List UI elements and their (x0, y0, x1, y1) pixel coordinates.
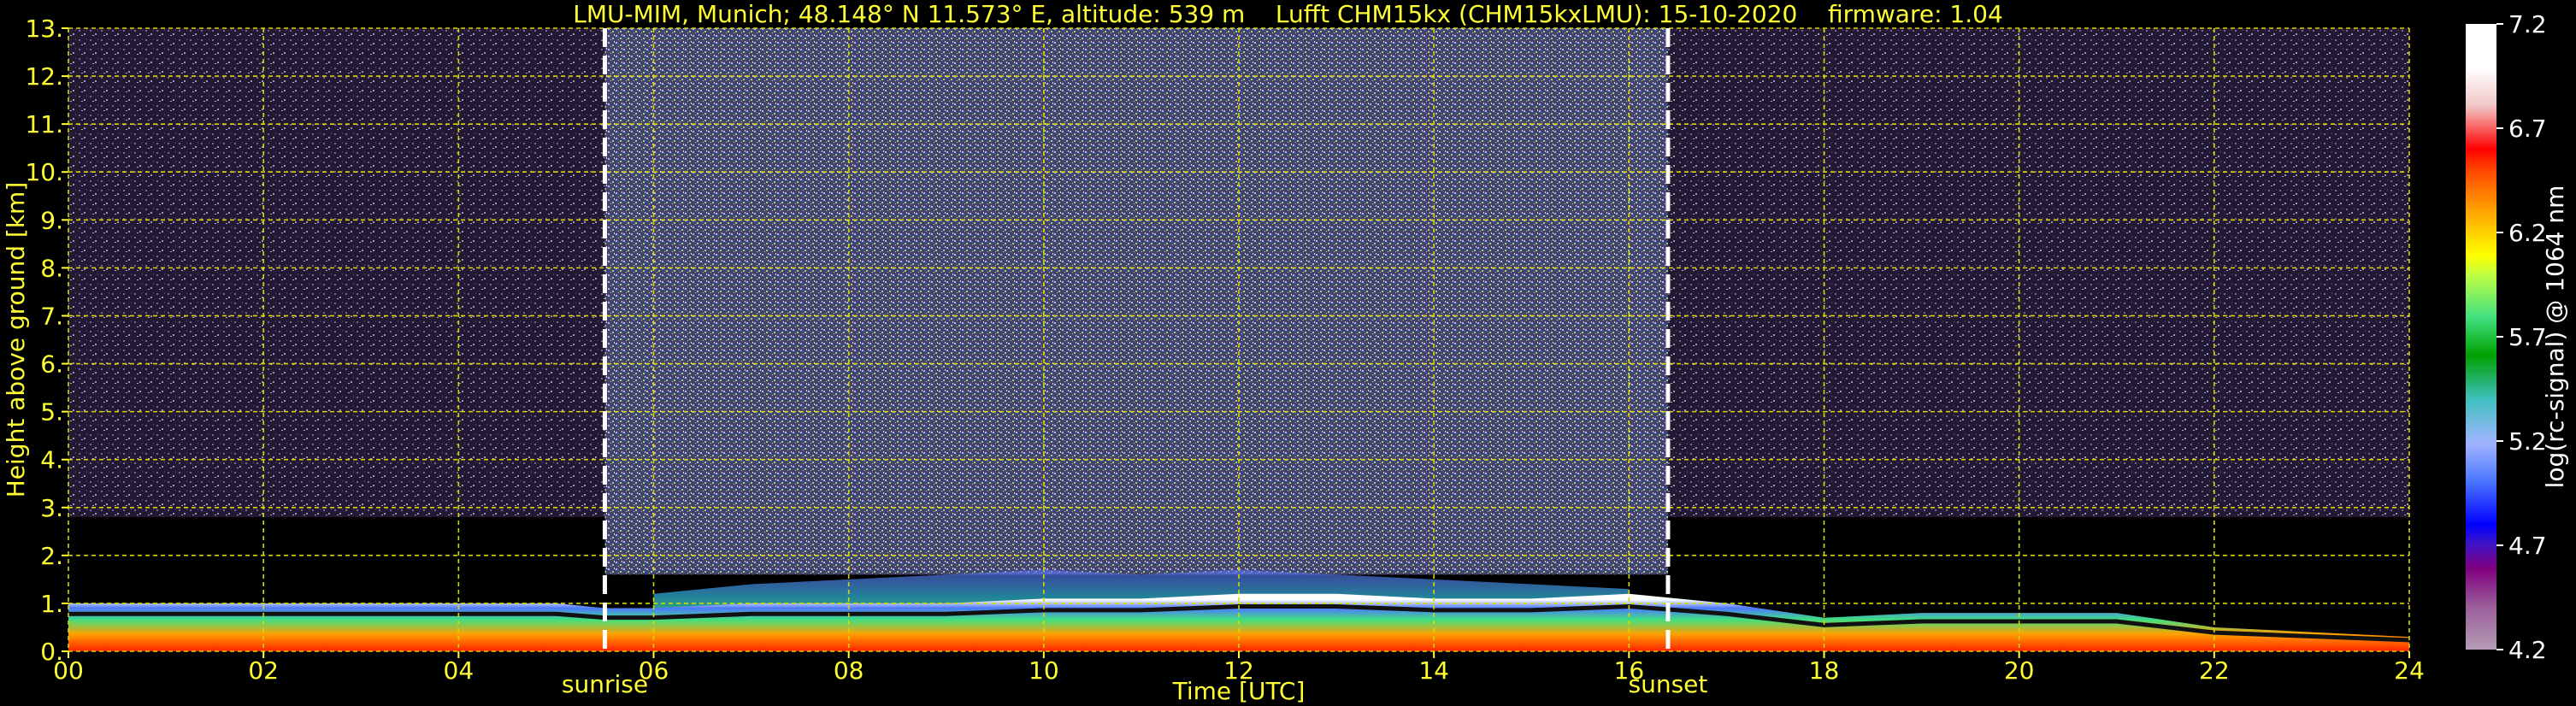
y-tick-label: 11. (25, 110, 63, 138)
x-tick-label: 20 (2004, 656, 2035, 685)
y-axis-ticks: 0. 1. 2. 3. 4. 5. 6. 7. 8. 9. 10. 11. 12. 13. (25, 15, 68, 666)
y-tick-label: 6. (40, 350, 63, 379)
colorbar-tick-label: 7.2 (2508, 10, 2547, 38)
y-tick-label: 1. (40, 590, 63, 618)
lidar-time-height-chart: sunrise sunset 00 02 04 06 08 10 12 14 16 18 20 22 24… (2, 10, 2569, 705)
night-noise-region-right (1667, 28, 2409, 517)
y-tick-label: 3. (40, 494, 63, 522)
x-tick-label: 22 (2199, 656, 2230, 685)
colorbar-tick-label: 6.7 (2508, 115, 2547, 143)
low-clear-layer-right (1667, 516, 2409, 623)
y-tick-label: 7. (40, 302, 63, 330)
y-tick-label: 8. (40, 254, 63, 282)
low-clear-layer-left (68, 516, 605, 603)
colorbar-tick-label: 4.7 (2508, 532, 2547, 560)
colorbar-gradient (2466, 24, 2496, 650)
plot-area: sunrise sunset (68, 27, 2410, 698)
y-tick-label: 12. (25, 62, 63, 91)
colorbar-ticks: 4.24.75.25.76.26.77.2 (2496, 10, 2547, 664)
night-noise-region-left (68, 28, 605, 517)
x-tick-label: 14 (1418, 656, 1449, 685)
daytime-noise-region (604, 28, 1668, 575)
x-tick-label: 18 (1809, 656, 1840, 685)
colorbar-tick-label: 4.2 (2508, 636, 2547, 664)
x-tick-label: 06 (639, 656, 669, 685)
y-tick-label: 9. (40, 206, 63, 234)
y-axis-label: Height above ground [km] (2, 182, 30, 498)
x-tick-label: 10 (1029, 656, 1059, 685)
y-tick-label: 2. (40, 542, 63, 570)
y-tick-label: 10. (25, 158, 63, 186)
y-tick-label: 5. (40, 398, 63, 427)
y-tick-label: 0. (40, 638, 63, 666)
x-tick-label: 02 (248, 656, 279, 685)
x-axis-label: Time [UTC] (1172, 677, 1306, 705)
colorbar-label: log(rc-signal) @ 1064 nm (2541, 185, 2569, 489)
x-tick-label: 04 (444, 656, 475, 685)
marker-label-sunrise: sunrise (562, 670, 648, 698)
y-tick-label: 4. (40, 446, 63, 474)
x-tick-label: 08 (834, 656, 864, 685)
x-tick-label: 16 (1614, 656, 1645, 685)
colorbar: 4.24.75.25.76.26.77.2 log(rc-signal) @ 1… (2466, 10, 2569, 664)
y-tick-label: 13. (25, 15, 63, 43)
x-tick-label: 24 (2394, 656, 2425, 685)
